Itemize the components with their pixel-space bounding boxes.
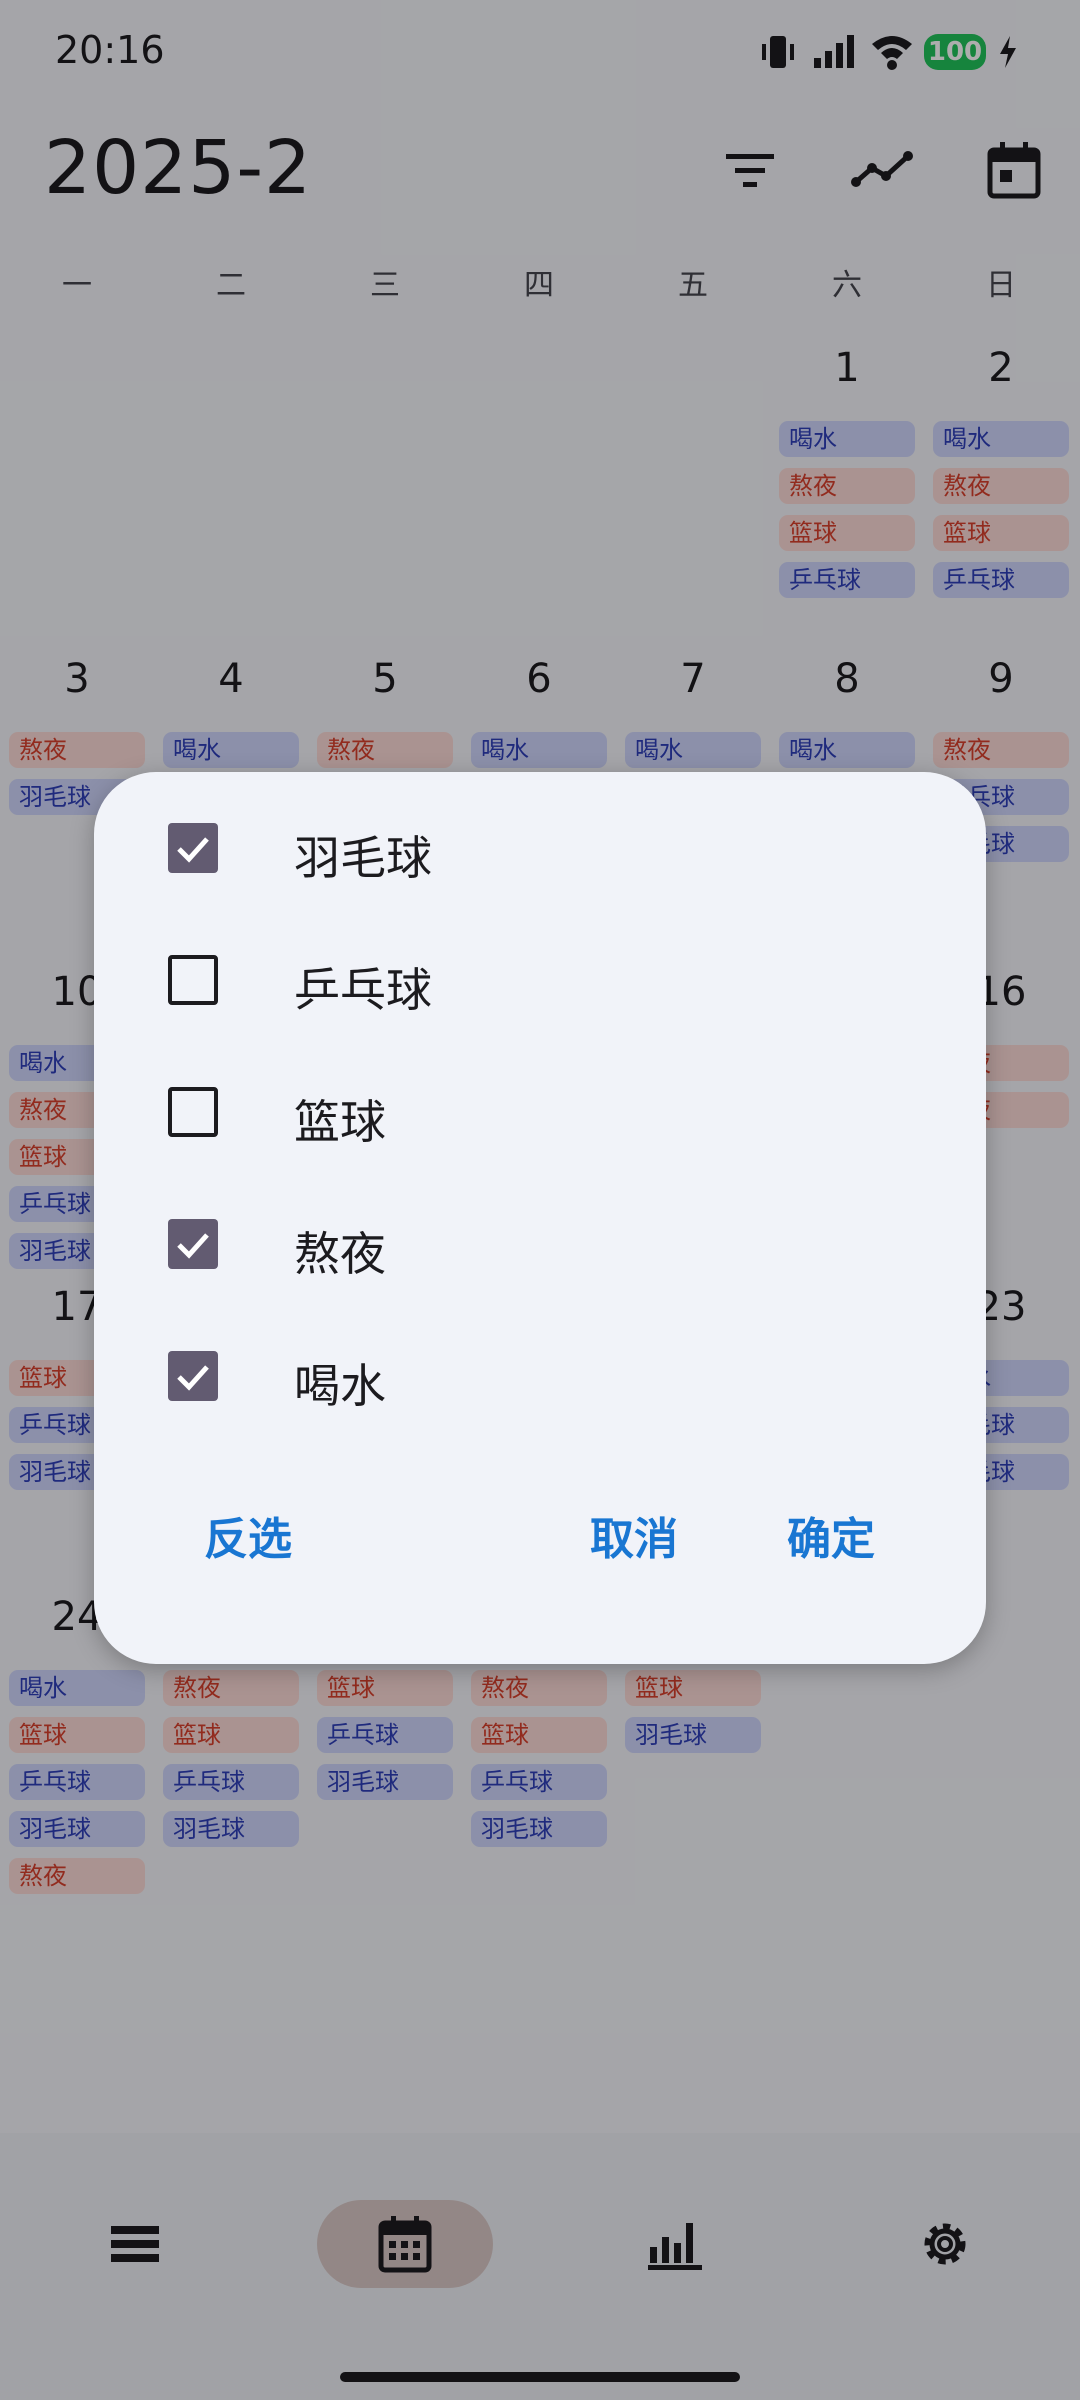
checkbox-icon[interactable] <box>168 955 218 1005</box>
option-drink-water[interactable]: 喝水 <box>94 1310 986 1442</box>
option-table-tennis[interactable]: 乒乓球 <box>94 914 986 1046</box>
checkbox-icon[interactable] <box>168 1351 218 1401</box>
option-stay-up[interactable]: 熬夜 <box>94 1178 986 1310</box>
option-label: 羽毛球 <box>294 831 432 885</box>
option-badminton[interactable]: 羽毛球 <box>94 782 986 914</box>
option-basketball[interactable]: 篮球 <box>94 1046 986 1178</box>
checkbox-icon[interactable] <box>168 1087 218 1137</box>
option-label: 喝水 <box>294 1359 386 1413</box>
checkbox-icon[interactable] <box>168 823 218 873</box>
option-label: 篮球 <box>294 1095 386 1149</box>
check-icon <box>177 1233 209 1259</box>
confirm-button[interactable]: 确定 <box>787 1505 875 1575</box>
option-label: 熬夜 <box>294 1227 386 1281</box>
invert-selection-button[interactable]: 反选 <box>204 1505 292 1575</box>
checkbox-icon[interactable] <box>168 1219 218 1269</box>
cancel-button[interactable]: 取消 <box>590 1505 678 1575</box>
check-icon <box>177 837 209 863</box>
option-label: 乒乓球 <box>294 963 432 1017</box>
check-icon <box>177 1365 209 1391</box>
